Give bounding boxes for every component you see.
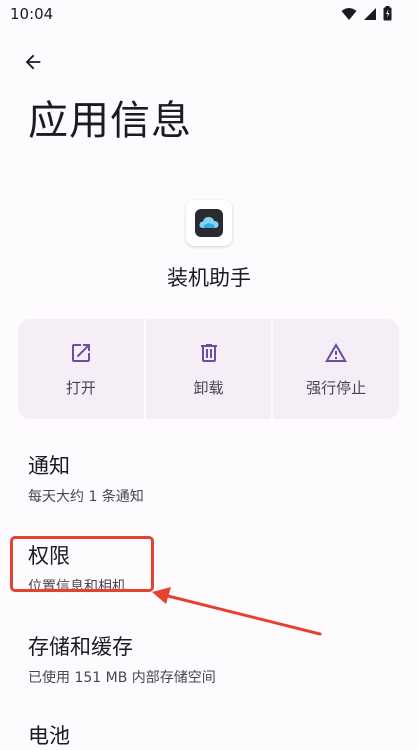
force-stop-button[interactable]: 强行停止: [273, 319, 400, 419]
open-label: 打开: [65, 378, 96, 397]
app-icon: [186, 200, 232, 246]
uninstall-label: 卸载: [193, 378, 224, 397]
setting-title: 通知: [28, 454, 70, 478]
setting-title: 存储和缓存: [28, 635, 133, 659]
setting-subtitle: 每天大约 1 条通知: [28, 489, 144, 505]
status-time: 10:04: [10, 5, 54, 23]
action-bar: 打开 卸载 强行停止: [18, 319, 400, 419]
open-icon: [71, 343, 90, 362]
page-title: 应用信息: [28, 98, 192, 144]
setting-subtitle: 已使用 151 MB 内部存储空间: [28, 670, 216, 686]
setting-battery[interactable]: 电池: [28, 720, 70, 750]
cloud-app-icon: [195, 209, 223, 237]
battery-icon: [383, 6, 392, 21]
status-icons: [341, 6, 392, 21]
warning-icon: [325, 342, 348, 362]
setting-title: 电池: [28, 724, 70, 748]
app-name: 装机助手: [167, 266, 251, 290]
open-button[interactable]: 打开: [18, 319, 144, 419]
wifi-icon: [341, 7, 357, 20]
uninstall-button[interactable]: 卸载: [145, 319, 272, 419]
setting-storage[interactable]: 存储和缓存 已使用 151 MB 内部存储空间: [28, 631, 216, 687]
setting-notifications[interactable]: 通知 每天大约 1 条通知: [28, 450, 144, 506]
annotation-highlight-box: [10, 536, 154, 592]
signal-icon: [364, 7, 376, 20]
status-bar: 10:04: [0, 0, 418, 30]
delete-icon: [200, 343, 217, 362]
force-stop-label: 强行停止: [306, 378, 367, 397]
arrow-back-icon: [25, 54, 41, 70]
back-button[interactable]: [18, 47, 48, 77]
